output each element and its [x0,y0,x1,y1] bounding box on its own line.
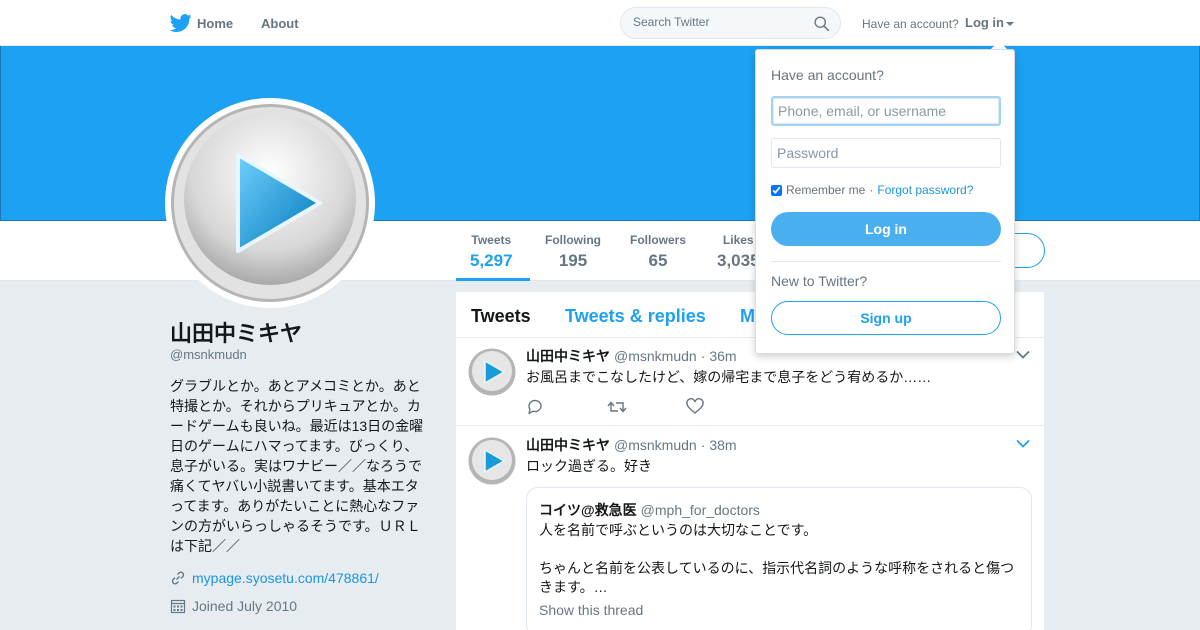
remember-me-checkbox[interactable] [771,184,782,196]
have-account-text: Have an account? [862,17,959,31]
dropdown-divider [771,261,1001,262]
active-stat-underline [456,278,530,281]
tweet-avatar[interactable] [468,348,516,396]
stat-value: 65 [648,251,668,270]
chevron-down-icon[interactable] [1016,439,1030,449]
profile-joined-date: Joined July 2010 [192,598,298,614]
stat-value: 3,035 [717,251,760,270]
login-dropdown-toggle[interactable]: Log in [965,15,1014,30]
tab-tweets-replies[interactable]: Tweets & replies [565,306,706,327]
login-toggle-label: Log in [965,15,1004,30]
profile-bio: グラブルとか。あとアメコミとか。あと 特撮とか。それからプリキュアとか。カ ード… [170,378,424,554]
tweet-actions [526,398,766,416]
stat-value: 5,297 [470,251,513,270]
search-box [620,7,841,39]
stat-label: Likes [722,233,754,247]
stat-label: Following [545,233,601,247]
chevron-down-icon[interactable] [1016,350,1030,360]
stat-likes[interactable]: Likes 3,035 [717,233,760,271]
login-dropdown: Have an account? Remember me · Forgot pa… [755,49,1015,354]
remember-me-label[interactable]: Remember me [786,183,865,197]
stat-followers[interactable]: Followers 65 [630,233,686,271]
heart-icon[interactable] [686,398,766,416]
dropdown-title: Have an account? [771,67,884,83]
show-thread-link[interactable]: Show this thread [539,602,643,618]
profile-avatar[interactable] [165,98,375,308]
forgot-password-link[interactable]: Forgot password? [877,183,973,197]
tweet-dot-separator: · [700,348,706,364]
tweet-author-handle[interactable]: @msnkmudn [614,437,697,453]
tweet-text: お風呂までこなしたけど、嫁の帰宅まで息子をどう宥めるか…… [526,369,932,385]
username-field[interactable] [771,96,1001,126]
tweet-author-name[interactable]: 山田中ミキヤ [526,437,610,453]
stat-value: 195 [558,251,588,270]
stat-following[interactable]: Following 195 [545,233,601,271]
profile-handle: @msnkmudn [170,347,247,362]
caret-down-icon [1006,21,1014,26]
tweet-author-handle[interactable]: @msnkmudn [614,348,697,364]
link-icon [171,571,185,585]
tweet-dot-separator: · [700,437,706,453]
retweet-icon[interactable] [606,398,686,416]
tweet-item[interactable]: 山田中ミキヤ @msnkmudn · 38m ロック過ぎる。好き コイツ@救急医 @mp… [456,427,1044,630]
play-button-icon [171,104,369,302]
tweet-header: 山田中ミキヤ @msnkmudn · 36m [526,346,737,366]
quoted-author-name: コイツ@救急医 [539,502,637,518]
stat-tweets[interactable]: Tweets 5,297 [470,233,513,271]
tweet-timestamp[interactable]: 38m [709,437,736,453]
tweet-header: 山田中ミキヤ @msnkmudn · 38m [526,435,737,455]
reply-icon[interactable] [526,398,606,416]
tab-tweets[interactable]: Tweets [471,306,531,327]
search-input[interactable] [633,15,813,29]
tweet-author-name[interactable]: 山田中ミキヤ [526,348,610,364]
profile-url-link[interactable]: mypage.syosetu.com/478861/ [192,570,379,586]
signup-button[interactable]: Sign up [771,301,1001,335]
remember-row: Remember me · Forgot password? [771,183,973,197]
remember-separator: · [869,183,874,197]
profile-link-row: mypage.syosetu.com/478861/ [170,570,379,586]
quoted-tweet[interactable]: コイツ@救急医 @mph_for_doctors 人を名前で呼ぶというのは大切なこ… [526,487,1032,630]
nav-home-link[interactable]: Home [197,16,233,31]
profile-joined-row: Joined July 2010 [170,598,297,614]
twitter-bird-icon[interactable] [170,12,192,34]
quoted-tweet-header: コイツ@救急医 @mph_for_doctors [539,500,760,520]
search-icon[interactable] [813,15,830,32]
tweet-avatar[interactable] [468,437,516,485]
calendar-icon [170,599,186,614]
stat-label: Tweets [471,233,512,247]
stat-label: Followers [630,233,687,247]
new-to-twitter-text: New to Twitter? [771,273,868,289]
top-navigation-bar: Home About Have an account? Log in [0,0,1200,46]
quoted-tweet-text: 人を名前で呼ぶというのは大切なことです。 ちゃんと名前を公表しているのに、指示代… [539,522,1015,595]
password-field[interactable] [771,138,1001,168]
nav-about-link[interactable]: About [261,16,299,31]
login-button[interactable]: Log in [771,212,1001,246]
tweet-text: ロック過ぎる。好き [526,458,652,474]
quoted-author-handle: @mph_for_doctors [640,502,760,518]
tweet-timestamp[interactable]: 36m [709,348,736,364]
profile-name: 山田中ミキヤ [170,321,303,346]
